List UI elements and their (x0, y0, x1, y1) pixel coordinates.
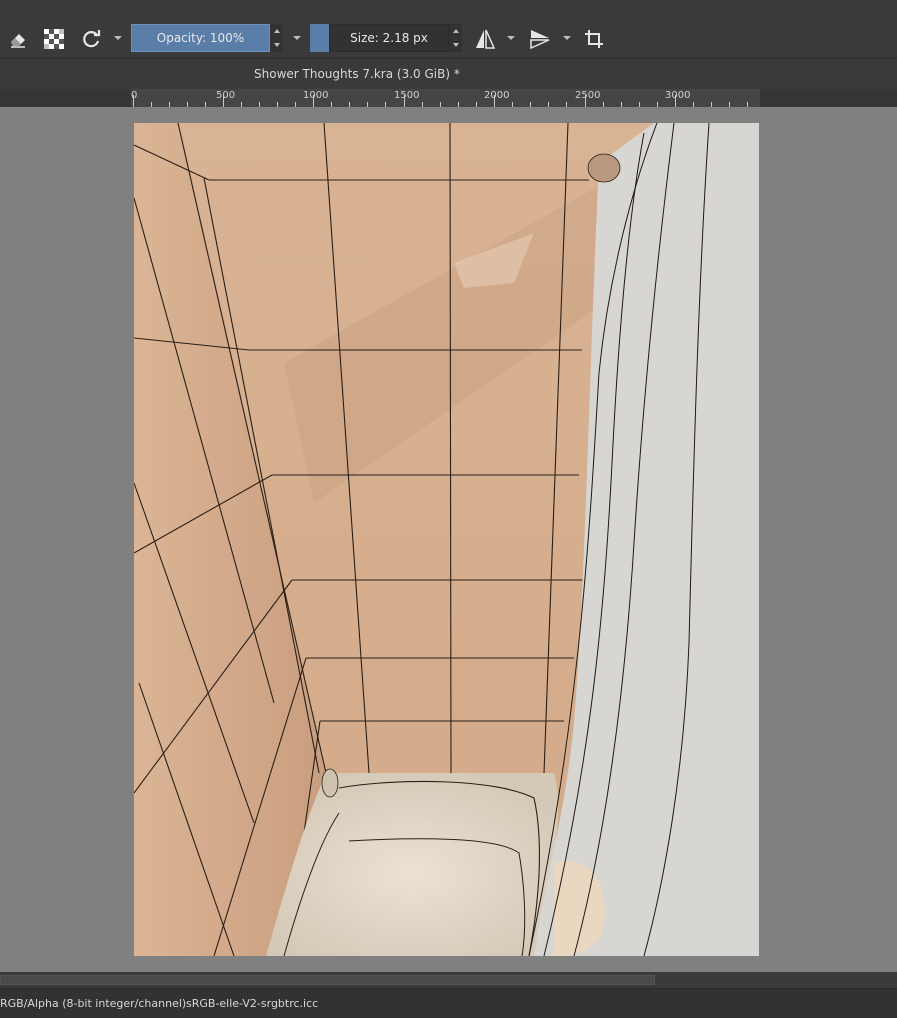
brush-toolbar: Opacity: 100% Size: 2.18 px (0, 20, 897, 58)
color-model-status[interactable]: RGB/Alpha (8-bit integer/channel) (0, 997, 186, 1010)
mirror-horizontal-dropdown-icon[interactable] (507, 36, 515, 40)
alpha-lock-icon[interactable] (43, 28, 65, 50)
eraser-icon[interactable] (7, 28, 29, 50)
ruler-label: 3000 (665, 90, 691, 101)
ruler-label: 2000 (484, 90, 510, 101)
ruler-label: 1500 (394, 90, 420, 101)
document-tab-bar: Shower Thoughts 7.kra (3.0 GiB) * (0, 58, 897, 89)
opacity-slider[interactable]: Opacity: 100% (131, 24, 270, 52)
mirror-vertical-icon[interactable] (528, 27, 552, 51)
mirror-vertical-dropdown-icon[interactable] (563, 36, 571, 40)
ruler-row: 0 500 1000 1500 2000 2500 3000 (0, 89, 897, 107)
document-title[interactable]: Shower Thoughts 7.kra (3.0 GiB) * (254, 67, 460, 81)
size-slider[interactable]: Size: 2.18 px (329, 24, 449, 52)
size-slider-fill (310, 24, 329, 52)
ruler-label: 2500 (575, 90, 601, 101)
horizontal-scrollbar[interactable] (0, 972, 897, 988)
scrollbar-handle[interactable] (0, 975, 655, 985)
curtain-rod-end (587, 153, 621, 183)
horizontal-ruler[interactable]: 0 500 1000 1500 2000 2500 3000 (131, 89, 760, 107)
opacity-dropdown-icon[interactable] (293, 36, 301, 40)
status-bar: RGB/Alpha (8-bit integer/channel) sRGB-e… (0, 988, 897, 1018)
wrap-around-icon[interactable] (582, 27, 606, 51)
ruler-label: 500 (216, 90, 236, 101)
mirror-horizontal-icon[interactable] (473, 27, 497, 51)
ruler-label: 1000 (303, 90, 329, 101)
size-spinner[interactable] (449, 24, 462, 52)
top-strip (0, 0, 897, 20)
faucet (321, 768, 339, 798)
drawing-canvas[interactable] (134, 123, 759, 956)
opacity-spinner[interactable] (270, 24, 283, 52)
color-profile-status[interactable]: sRGB-elle-V2-srgbtrc.icc (186, 997, 318, 1010)
preset-dropdown-icon[interactable] (114, 36, 122, 40)
ruler-label: 0 (131, 90, 138, 101)
reload-preset-icon[interactable] (79, 27, 103, 51)
